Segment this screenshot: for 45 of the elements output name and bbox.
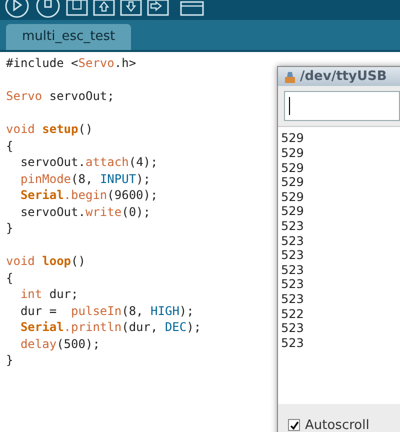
code-line: delay(500); bbox=[19, 336, 100, 352]
code-line: } bbox=[6, 352, 14, 368]
new-file-icon[interactable] bbox=[66, 0, 88, 16]
play-icon[interactable] bbox=[4, 0, 30, 20]
output-line: 523 bbox=[281, 248, 304, 263]
output-line: 529 bbox=[281, 190, 304, 204]
autoscroll-label: Autoscroll bbox=[305, 416, 370, 432]
output-line: 522 bbox=[281, 306, 304, 322]
output-line: 523 bbox=[281, 234, 304, 248]
send-input-field[interactable] bbox=[284, 91, 400, 122]
code-line: int dur; bbox=[19, 286, 78, 302]
file-tab[interactable]: multi_esc_test bbox=[6, 24, 132, 50]
down-arrow-icon[interactable] bbox=[120, 0, 142, 16]
window-title: /dev/ttyUSB bbox=[300, 68, 387, 86]
code-line: Serial.println(dur, DEC); bbox=[19, 319, 202, 336]
code-line: { bbox=[6, 138, 14, 154]
code-line: pinMode(8, INPUT); bbox=[19, 170, 151, 187]
autoscroll-checkbox[interactable] bbox=[288, 419, 300, 432]
stop-icon[interactable] bbox=[35, 0, 61, 20]
code-line: Serial.begin(9600); bbox=[19, 187, 158, 204]
output-line: 523 bbox=[281, 219, 304, 234]
code-line: #include <Servo.h> bbox=[6, 55, 136, 72]
code-line: dur = pulseIn(8, HIGH); bbox=[19, 302, 194, 319]
code-line: servoOut.attach(4); bbox=[19, 154, 158, 170]
output-line: 523 bbox=[281, 292, 304, 307]
output-line: 523 bbox=[281, 262, 304, 278]
output-line: 529 bbox=[281, 175, 304, 190]
code-line: } bbox=[6, 220, 14, 236]
code-line: void loop() bbox=[6, 253, 86, 270]
check-icon bbox=[290, 420, 298, 430]
code-line: void setup() bbox=[6, 121, 93, 138]
output-line: 529 bbox=[281, 131, 304, 146]
app-icon bbox=[284, 70, 296, 84]
output-line: 529 bbox=[281, 160, 304, 176]
right-arrow-icon[interactable] bbox=[147, 0, 169, 16]
output-line: 529 bbox=[281, 204, 304, 219]
output-line: 523 bbox=[281, 321, 304, 336]
code-line: servoOut.write(0); bbox=[19, 204, 151, 220]
code-line: { bbox=[6, 270, 14, 286]
window-icon[interactable] bbox=[180, 0, 204, 16]
output-line: 523 bbox=[281, 277, 304, 292]
up-arrow-icon[interactable] bbox=[93, 0, 115, 16]
code-line: Servo servoOut; bbox=[6, 88, 114, 104]
output-line: 523 bbox=[281, 336, 304, 350]
output-line: 529 bbox=[281, 146, 304, 161]
